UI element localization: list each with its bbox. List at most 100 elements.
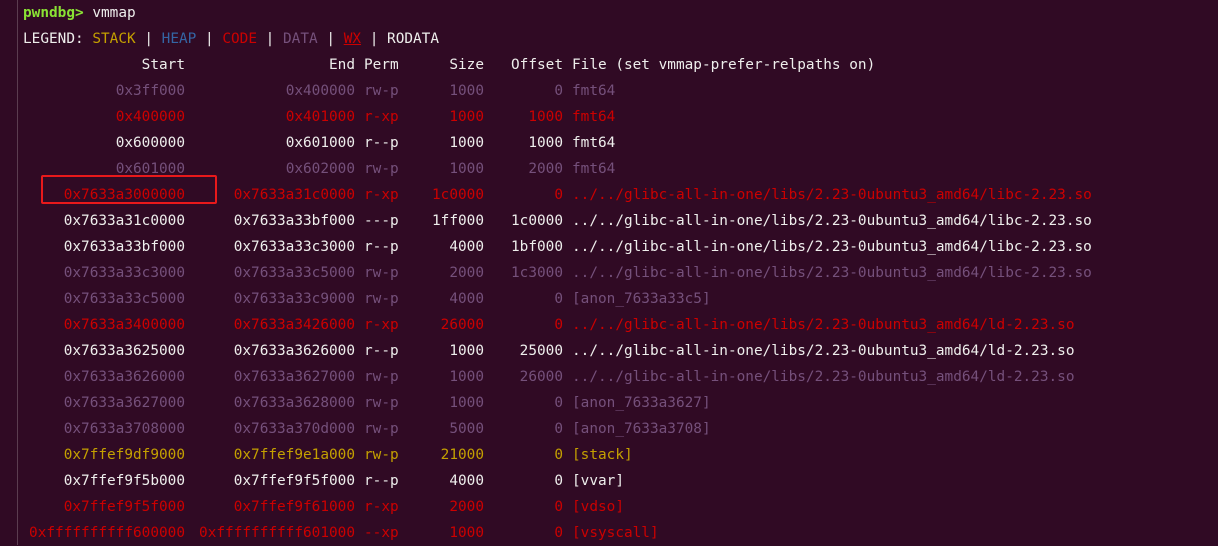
cell-start: 0x7633a33c3000 <box>63 265 185 281</box>
cell-perm: r-xp <box>364 317 399 333</box>
cell-perm: rw-p <box>364 447 399 463</box>
terminal-left-border <box>17 0 18 545</box>
cell-file: [anon_7633a33c5] <box>572 291 711 307</box>
cell-start: 0x600000 <box>115 135 185 151</box>
command-text: vmmap <box>92 5 136 21</box>
cell-offset: 1000 <box>528 109 563 125</box>
legend-wx: WX <box>343 31 362 47</box>
cell-file: [vsyscall] <box>572 525 659 541</box>
table-row: 0x3ff000 0x400000 rw-p 1000 0 fmt64 <box>23 78 1218 104</box>
cell-file: ../../glibc-all-in-one/libs/2.23-0ubuntu… <box>572 187 1092 203</box>
cell-perm: rw-p <box>364 83 399 99</box>
cell-file: fmt64 <box>572 83 616 99</box>
cell-start: 0x7633a3627000 <box>63 395 185 411</box>
cell-start: 0x7633a31c0000 <box>63 213 185 229</box>
legend-heap: HEAP <box>161 31 197 47</box>
cell-start: 0x7633a3626000 <box>63 369 185 385</box>
cell-file: [anon_7633a3708] <box>572 421 711 437</box>
cell-end: 0x7ffef9f61000 <box>233 499 355 515</box>
table-row: 0x7633a3708000 0x7633a370d000 rw-p 5000 0 [an… <box>23 416 1218 442</box>
cell-file: ../../glibc-all-in-one/libs/2.23-0ubuntu… <box>572 343 1075 359</box>
cell-end: 0x7ffef9f5f000 <box>233 473 355 489</box>
cell-file: fmt64 <box>572 109 616 125</box>
cell-file: ../../glibc-all-in-one/libs/2.23-0ubuntu… <box>572 369 1075 385</box>
cell-perm: r-xp <box>364 499 399 515</box>
table-row: 0x600000 0x601000 r--p 1000 1000 fmt64 <box>23 130 1218 156</box>
table-row: 0x7ffef9f5f000 0x7ffef9f61000 r-xp 2000 0 [vd… <box>23 494 1218 520</box>
cell-end: 0xffffffffff601000 <box>199 525 355 541</box>
cell-start: 0x400000 <box>115 109 185 125</box>
cell-offset: 0 <box>554 317 563 333</box>
legend-data: DATA <box>283 31 318 47</box>
cell-end: 0x7633a33c9000 <box>233 291 355 307</box>
cell-start: 0x7ffef9f5b000 <box>63 473 185 489</box>
cell-size: 5000 <box>449 421 484 437</box>
cell-start: 0x7633a3708000 <box>63 421 185 437</box>
cell-perm: r--p <box>364 135 399 151</box>
cell-file: ../../glibc-all-in-one/libs/2.23-0ubuntu… <box>572 317 1075 333</box>
cell-size: 1000 <box>449 83 484 99</box>
cell-size: 1000 <box>449 109 484 125</box>
cell-end: 0x401000 <box>285 109 355 125</box>
cell-file: [vdso] <box>572 499 624 515</box>
cell-end: 0x7633a33bf000 <box>233 213 355 229</box>
table-row: 0x7633a33bf000 0x7633a33c3000 r--p 4000 1bf0… <box>23 234 1218 260</box>
legend-code: CODE <box>222 31 257 47</box>
cell-end: 0x7633a33c5000 <box>233 265 355 281</box>
cell-start: 0x7633a33c5000 <box>63 291 185 307</box>
header-offset: Offset <box>511 57 563 73</box>
cell-size: 1c0000 <box>432 187 484 203</box>
header-end: End <box>329 57 355 73</box>
terminal-output[interactable]: pwndbg> vmmap LEGEND: STACK | HEAP | COD… <box>23 0 1218 546</box>
cell-offset: 1000 <box>528 135 563 151</box>
cell-end: 0x7633a370d000 <box>233 421 355 437</box>
cell-size: 1000 <box>449 369 484 385</box>
header-start: Start <box>141 57 185 73</box>
prompt-label: pwndbg> <box>23 5 84 21</box>
cell-size: 26000 <box>440 317 484 333</box>
cell-size: 21000 <box>440 447 484 463</box>
cell-end: 0x7633a3426000 <box>233 317 355 333</box>
cell-start: 0x7633a3400000 <box>63 317 185 333</box>
cell-offset: 0 <box>554 421 563 437</box>
legend-label: LEGEND: <box>23 31 84 47</box>
cell-size: 4000 <box>449 291 484 307</box>
cell-offset: 0 <box>554 525 563 541</box>
table-row: 0xffffffffff600000 0xffffffffff601000 --xp… <box>23 520 1218 546</box>
cell-size: 2000 <box>449 499 484 515</box>
table-row: 0x7633a33c5000 0x7633a33c9000 rw-p 4000 0 [an… <box>23 286 1218 312</box>
cell-size: 1ff000 <box>432 213 484 229</box>
table-row: 0x7ffef9df9000 0x7ffef9e1a000 rw-p 21000 0 [s… <box>23 442 1218 468</box>
cell-offset: 0 <box>554 447 563 463</box>
cell-file: [stack] <box>572 447 633 463</box>
cell-perm: r--p <box>364 473 399 489</box>
cell-offset: 0 <box>554 291 563 307</box>
cell-end: 0x7ffef9e1a000 <box>233 447 355 463</box>
cell-size: 1000 <box>449 343 484 359</box>
legend-stack: STACK <box>92 31 136 47</box>
cell-offset: 1c0000 <box>511 213 563 229</box>
cell-file: [anon_7633a3627] <box>572 395 711 411</box>
mapping-rows: 0x3ff000 0x400000 rw-p 1000 0 fmt64 0x400000 0… <box>23 78 1218 546</box>
cell-offset: 1bf000 <box>511 239 563 255</box>
cell-offset: 0 <box>554 499 563 515</box>
cell-perm: rw-p <box>364 395 399 411</box>
cell-offset: 0 <box>554 83 563 99</box>
cell-perm: r--p <box>364 343 399 359</box>
cell-end: 0x7633a3626000 <box>233 343 355 359</box>
cell-offset: 0 <box>554 473 563 489</box>
legend-separator: | <box>205 31 214 47</box>
cell-end: 0x7633a3628000 <box>233 395 355 411</box>
cell-perm: rw-p <box>364 369 399 385</box>
cell-offset: 0 <box>554 187 563 203</box>
cell-perm: r--p <box>364 239 399 255</box>
table-header: Start End Perm Size Offset File (set vmmap-pr… <box>23 52 1218 78</box>
cell-file: fmt64 <box>572 161 616 177</box>
legend-separator: | <box>369 31 379 47</box>
cell-perm: r-xp <box>364 187 399 203</box>
cell-file: ../../glibc-all-in-one/libs/2.23-0ubuntu… <box>572 239 1092 255</box>
cell-offset: 1c3000 <box>511 265 563 281</box>
cell-perm: --xp <box>364 525 399 541</box>
table-row: 0x7633a3625000 0x7633a3626000 r--p 1000 2500… <box>23 338 1218 364</box>
cell-file: [vvar] <box>572 473 624 489</box>
